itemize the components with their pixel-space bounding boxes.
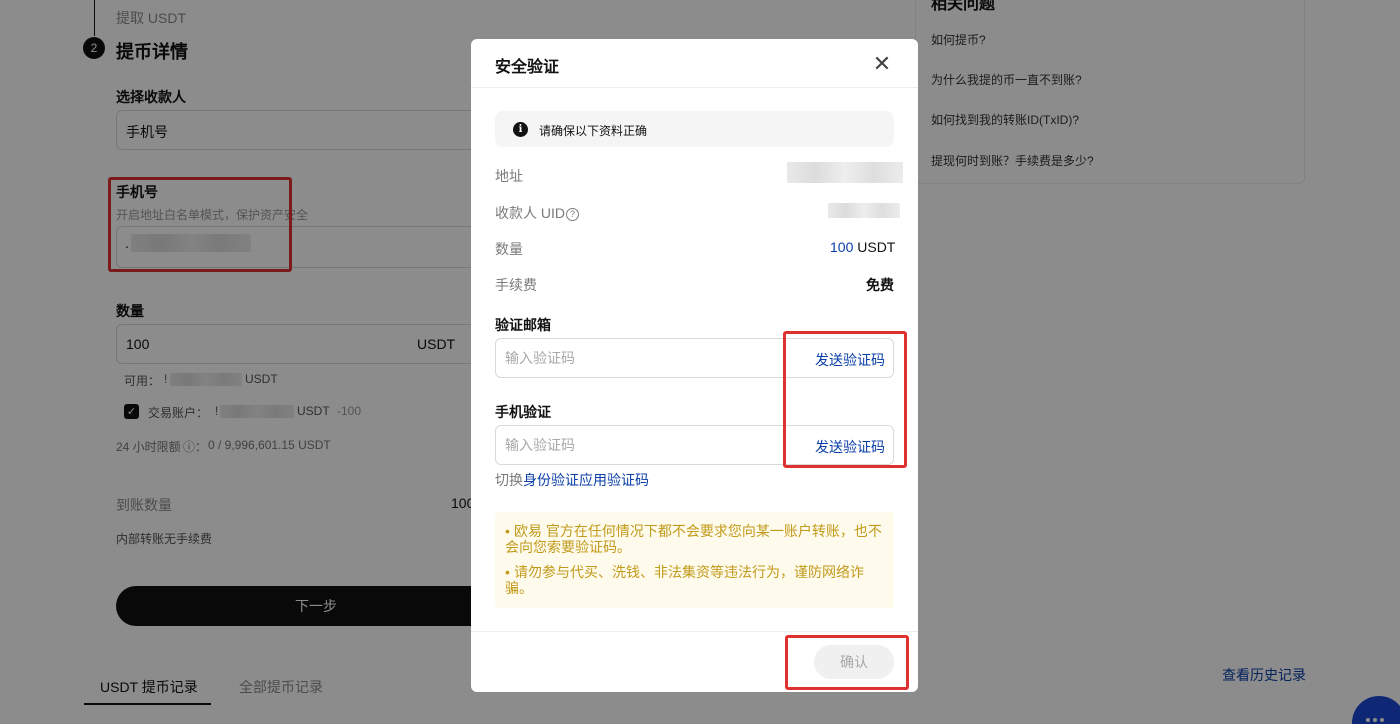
info-notice: i 请确保以下资料正确 bbox=[495, 111, 894, 147]
amount-row-label: 数量 bbox=[495, 241, 523, 257]
amount-row-unit: USDT bbox=[857, 239, 896, 255]
close-icon[interactable]: ✕ bbox=[871, 53, 893, 75]
redacted-address bbox=[787, 162, 903, 183]
fee-label: 手续费 bbox=[495, 277, 537, 293]
fee-value: 免费 bbox=[866, 277, 894, 293]
switch-prefix: 切换 bbox=[495, 472, 523, 488]
warning-item: • 欧易 官方在任何情况下都不会要求您向某一账户转账，也不会向您索要验证码。 bbox=[505, 523, 885, 555]
warning-item: • 请勿参与代买、洗钱、非法集资等违法行为，谨防网络诈骗。 bbox=[505, 564, 885, 596]
header-divider bbox=[471, 87, 918, 88]
phone-verify-label: 手机验证 bbox=[495, 404, 551, 420]
warning-text: 请勿参与代买、洗钱、非法集资等违法行为，谨防网络诈骗。 bbox=[505, 564, 864, 596]
bullet-icon: • bbox=[505, 564, 510, 580]
amount-number: 100 bbox=[830, 239, 854, 255]
phone-code-input[interactable] bbox=[496, 426, 786, 464]
bullet-icon: • bbox=[505, 523, 510, 539]
uid-label-text: 收款人 UID bbox=[495, 205, 565, 221]
address-label: 地址 bbox=[495, 168, 523, 184]
notice-text: 请确保以下资料正确 bbox=[539, 124, 648, 138]
dialog-title: 安全验证 bbox=[495, 59, 560, 76]
highlight-confirm-button bbox=[785, 635, 909, 690]
footer-divider bbox=[471, 631, 918, 632]
help-icon[interactable]: ? bbox=[566, 208, 579, 221]
email-verify-label: 验证邮箱 bbox=[495, 317, 551, 333]
uid-label: 收款人 UID? bbox=[495, 203, 579, 223]
warning-text: 欧易 官方在任何情况下都不会要求您向某一账户转账，也不会向您索要验证码。 bbox=[505, 523, 882, 555]
security-warning-box: • 欧易 官方在任何情况下都不会要求您向某一账户转账，也不会向您索要验证码。 • 请… bbox=[495, 512, 894, 608]
amount-row-value: 100 USDT bbox=[830, 239, 895, 255]
highlight-send-code-buttons bbox=[783, 331, 907, 468]
redacted-uid bbox=[828, 203, 900, 218]
email-code-input[interactable] bbox=[496, 339, 786, 377]
authenticator-app-link[interactable]: 身份验证应用验证码 bbox=[523, 472, 649, 488]
switch-verification-method: 切换身份验证应用验证码 bbox=[495, 470, 649, 490]
info-icon: i bbox=[513, 122, 528, 137]
